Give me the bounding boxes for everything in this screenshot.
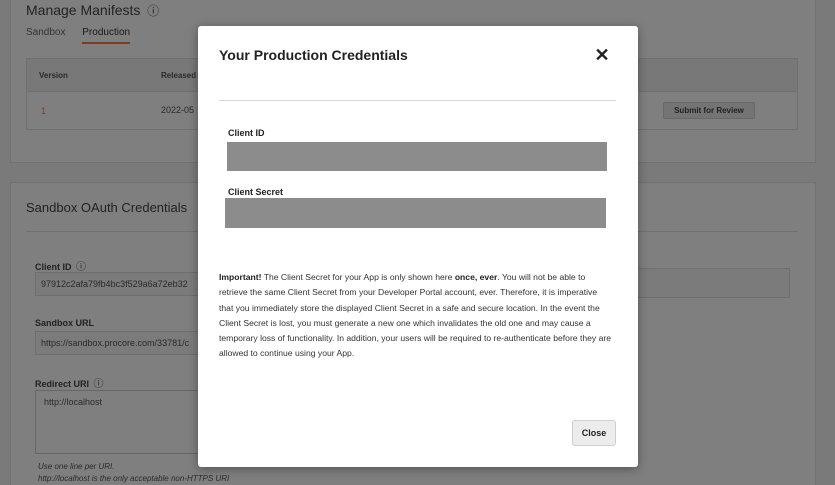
client-id-redacted-value [227, 142, 607, 171]
notice-text-part2: . You will not be able to retrieve the s… [219, 272, 612, 359]
important-notice: Important! The Client Secret for your Ap… [219, 270, 613, 362]
production-credentials-modal: Your Production Credentials ✕ Client ID … [198, 26, 638, 467]
developer-portal-page: Manage Manifests ⓘ Sandbox Production Ve… [0, 0, 835, 485]
close-button[interactable]: Close [572, 420, 616, 446]
modal-divider [219, 100, 616, 101]
client-id-label: Client ID [228, 128, 265, 138]
notice-important-label: Important! [219, 272, 262, 282]
close-icon[interactable]: ✕ [592, 45, 612, 65]
client-secret-label: Client Secret [228, 187, 284, 197]
client-secret-redacted-value [225, 198, 606, 228]
notice-once-ever: once, ever [454, 272, 498, 282]
modal-title: Your Production Credentials [219, 47, 408, 63]
notice-text-part1: The Client Secret for your App is only s… [261, 272, 455, 282]
